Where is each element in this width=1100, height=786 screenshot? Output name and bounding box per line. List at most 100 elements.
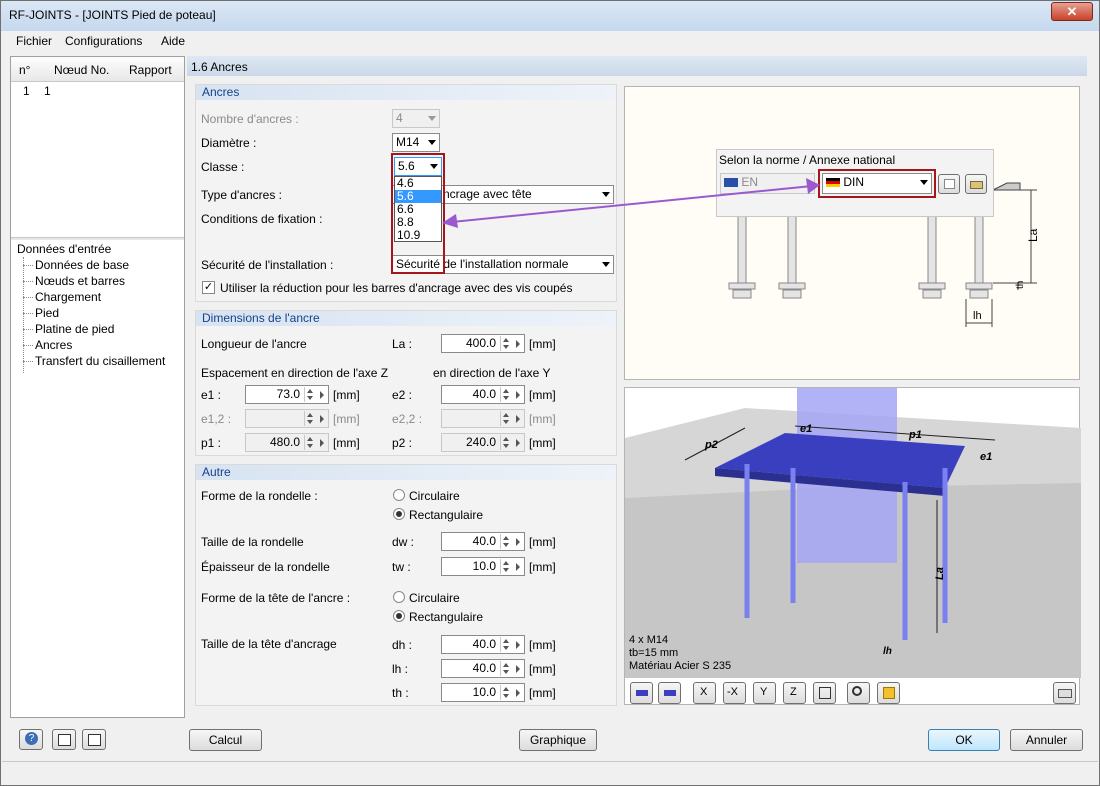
arrow-right-icon[interactable] (513, 336, 523, 351)
p2-symbol: p2 : (392, 436, 413, 450)
highlight-box-class (391, 153, 445, 274)
spin-icon[interactable] (500, 661, 512, 676)
edit-annex-button[interactable] (965, 174, 987, 194)
arrow-left-head-icon (442, 214, 458, 228)
e1-input[interactable]: 73.0 (245, 385, 329, 404)
washer-size-label: Taille de la rondelle (201, 535, 304, 549)
highlight-box-norm (818, 169, 936, 198)
new-document-icon (944, 179, 955, 189)
head-rectangular-label: Rectangulaire (409, 610, 484, 624)
anchor-nut (732, 289, 752, 299)
anchor-count-select[interactable]: 4 (392, 109, 440, 128)
diameter-select[interactable]: M14 (392, 133, 440, 152)
menu-aide[interactable]: Aide (161, 34, 185, 48)
menu-fichier[interactable]: Fichier (16, 34, 52, 48)
col-report[interactable]: Rapport (129, 63, 172, 77)
dh-input[interactable]: 40.0 (441, 635, 525, 654)
arrow-right-icon (513, 435, 523, 450)
callout-line (451, 185, 813, 223)
view-dimensions-button[interactable] (658, 682, 681, 704)
new-annex-button[interactable] (938, 174, 960, 194)
spin-icon[interactable] (500, 685, 512, 700)
view-anchors-button[interactable] (630, 682, 653, 704)
row-n: 1 (23, 84, 30, 98)
tree-item-donnees-de-base[interactable]: Données de base (17, 257, 165, 273)
table-row[interactable]: 1 1 (11, 83, 184, 99)
p2-input[interactable]: 240.0 (441, 433, 525, 452)
p1-value: 480.0 (269, 435, 300, 449)
e2-value: 40.0 (472, 387, 496, 401)
spin-icon[interactable] (304, 387, 316, 402)
menu-configurations[interactable]: Configurations (65, 34, 142, 48)
group-dimensions-header: Dimensions de l'ancre (196, 311, 616, 326)
unit-label: [mm] (529, 686, 556, 700)
3d-p2-label: p2 (704, 439, 718, 451)
reduction-checkbox[interactable]: ✓ (202, 281, 215, 294)
print-graphic-button[interactable] (1053, 682, 1076, 704)
arrow-right-icon[interactable] (513, 637, 523, 652)
spin-icon[interactable] (500, 336, 512, 351)
spin-icon[interactable] (500, 637, 512, 652)
tree-item-transfert-du-cisaillement[interactable]: Transfert du cisaillement (17, 353, 165, 369)
spin-icon[interactable] (500, 387, 512, 402)
calc-button[interactable]: Calcul (189, 729, 262, 751)
arrow-right-icon[interactable] (513, 559, 523, 574)
tree-item-noeuds-et-barres[interactable]: Nœuds et barres (17, 273, 165, 289)
tree-item-ancres[interactable]: Ancres (17, 337, 165, 353)
e12-input[interactable] (245, 409, 329, 428)
view-iso-button[interactable] (813, 682, 836, 704)
tw-input[interactable]: 10.0 (441, 557, 525, 576)
anchor-head (918, 282, 946, 290)
view-y-button[interactable]: Y (753, 682, 776, 704)
anchor-view-icon (636, 690, 648, 696)
lh-value: 40.0 (472, 661, 496, 675)
dw-input[interactable]: 40.0 (441, 532, 525, 551)
arrow-right-icon[interactable] (513, 661, 523, 676)
3d-view: p2 p1 e1 e1 La lh (625, 388, 1081, 678)
la-input[interactable]: 400.0 (441, 334, 525, 353)
zoom-button[interactable] (847, 682, 870, 704)
tree-item-platine-de-pied[interactable]: Platine de pied (17, 321, 165, 337)
help-button[interactable]: ? (19, 729, 43, 750)
graphic-button[interactable]: Graphique (519, 729, 597, 751)
ok-button[interactable]: OK (928, 729, 1000, 751)
spin-icon[interactable] (500, 559, 512, 574)
washer-circular-radio[interactable] (393, 489, 405, 501)
lh-input[interactable]: 40.0 (441, 659, 525, 678)
e2-input[interactable]: 40.0 (441, 385, 525, 404)
section-title: 1.6 Ancres (187, 56, 1087, 76)
arrow-right-icon[interactable] (513, 685, 523, 700)
th-input[interactable]: 10.0 (441, 683, 525, 702)
head-rectangular-radio[interactable] (393, 610, 405, 622)
p1-input[interactable]: 480.0 (245, 433, 329, 452)
washer-rectangular-radio[interactable] (393, 508, 405, 520)
tree-item-chargement[interactable]: Chargement (17, 289, 165, 305)
3d-p1-label: p1 (908, 429, 922, 441)
arrow-right-icon (317, 435, 327, 450)
tree-root[interactable]: Données d'entrée (17, 241, 165, 257)
arrow-right-icon[interactable] (513, 387, 523, 402)
col-node[interactable]: Nœud No. (54, 63, 109, 77)
node-table-header: n° Nœud No. Rapport (11, 57, 184, 82)
view-minus-x-button[interactable]: -X (723, 682, 746, 704)
head-circular-radio[interactable] (393, 591, 405, 603)
diameter-label: Diamètre : (201, 136, 257, 150)
render-button[interactable] (877, 682, 900, 704)
export-button[interactable] (52, 729, 76, 750)
e22-input[interactable] (441, 409, 525, 428)
tree-item-pied[interactable]: Pied (17, 305, 165, 321)
spin-icon (500, 411, 512, 426)
content-pane: 1.6 Ancres Ancres Nombre d'ancres : 4 Di… (187, 56, 1088, 718)
view-z-button[interactable]: Z (783, 682, 806, 704)
arrow-right-icon[interactable] (513, 534, 523, 549)
la-value: 400.0 (465, 336, 496, 350)
input-tree: Données d'entrée Données de base Nœuds e… (17, 241, 165, 369)
import-button[interactable] (82, 729, 106, 750)
pane-splitter[interactable] (11, 237, 184, 240)
spin-icon[interactable] (500, 534, 512, 549)
cancel-button[interactable]: Annuler (1010, 729, 1083, 751)
view-x-button[interactable]: X (693, 682, 716, 704)
close-button[interactable]: ✕ (1051, 2, 1093, 21)
col-n[interactable]: n° (19, 63, 30, 77)
arrow-right-icon[interactable] (317, 387, 327, 402)
